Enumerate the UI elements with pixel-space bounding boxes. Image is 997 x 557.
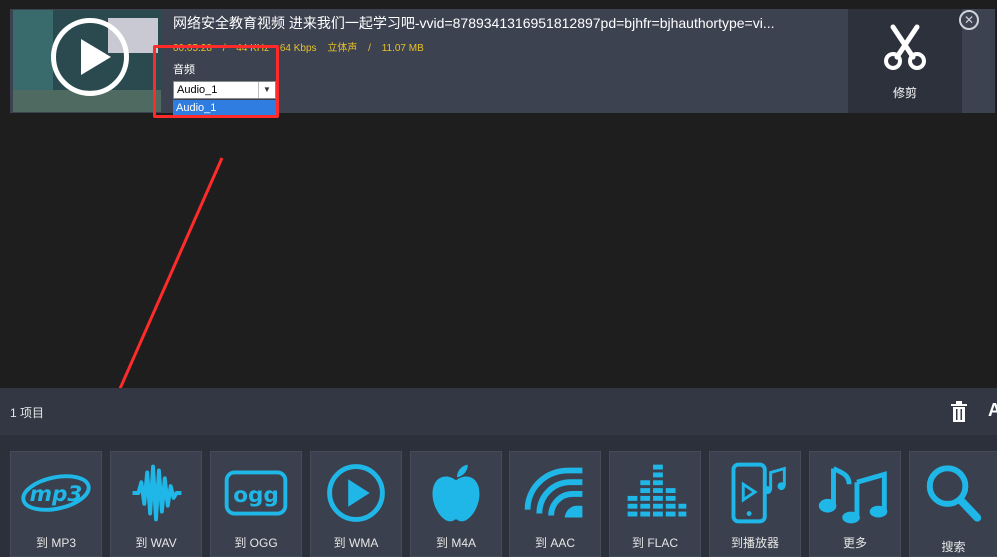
to-aac-button[interactable]: 到 AAC (509, 451, 601, 557)
waveform-icon (132, 464, 182, 522)
search-icon (926, 465, 982, 522)
phone-player-icon (731, 462, 786, 524)
trash-icon[interactable] (950, 401, 968, 423)
to-wma-button[interactable]: 到 WMA (310, 451, 402, 557)
video-thumbnail[interactable] (13, 10, 161, 112)
svg-text:mp3: mp3 (30, 482, 83, 507)
format-label: 到 FLAC (631, 536, 678, 550)
format-label: 到 WAV (135, 536, 177, 550)
equalizer-icon (627, 464, 687, 517)
file-size: 11.07 MB (381, 43, 424, 54)
mp3-icon: mp3 (21, 474, 91, 512)
svg-text:ogg: ogg (233, 483, 279, 508)
search-button[interactable]: 搜索 (909, 451, 997, 557)
bitrate: 64 Kbps (279, 43, 317, 54)
channels: 立体声 (327, 43, 358, 54)
format-toolbar: mp3 到 MP3 到 WAV ogg 到 OGG 到 WMA 到 M4A 到 … (0, 435, 997, 557)
apple-icon (432, 464, 480, 522)
format-label: 搜索 (941, 540, 966, 554)
more-formats-button[interactable]: 更多 (809, 451, 901, 557)
format-label: 更多 (842, 536, 867, 550)
toolbar-overflow-label[interactable]: A (988, 400, 997, 421)
format-label: 到 MP3 (35, 536, 76, 550)
to-m4a-button[interactable]: 到 M4A (410, 451, 502, 557)
ogg-icon: ogg (224, 470, 288, 516)
format-label: 到 OGG (234, 536, 278, 550)
format-label: 到 WMA (333, 536, 379, 550)
close-icon[interactable]: ✕ (959, 10, 979, 30)
status-bar: 1 项目 A (0, 388, 997, 435)
trim-label: 修剪 (892, 86, 917, 100)
item-count: 1 项目 (10, 406, 45, 420)
play-circle-icon (327, 464, 385, 522)
music-notes-icon (818, 466, 888, 524)
trim-button[interactable]: 修剪 (848, 9, 962, 113)
to-wav-button[interactable]: 到 WAV (110, 451, 202, 557)
to-flac-button[interactable]: 到 FLAC (609, 451, 701, 557)
annotation-highlight-box (153, 45, 279, 118)
scissors-icon (884, 24, 926, 70)
format-label: 到 M4A (435, 536, 476, 550)
to-mp3-button[interactable]: mp3 到 MP3 (10, 451, 102, 557)
to-player-button[interactable]: 到播放器 (709, 451, 801, 557)
file-title: 网络安全教育视频 进来我们一起学习吧-vvid=8789341316951812… (173, 15, 775, 31)
format-label: 到播放器 (730, 536, 779, 550)
meta-separator: / (368, 43, 371, 54)
to-ogg-button[interactable]: ogg 到 OGG (210, 451, 302, 557)
format-label: 到 AAC (534, 536, 575, 550)
play-icon[interactable] (51, 18, 129, 96)
aac-wave-icon (524, 467, 583, 518)
